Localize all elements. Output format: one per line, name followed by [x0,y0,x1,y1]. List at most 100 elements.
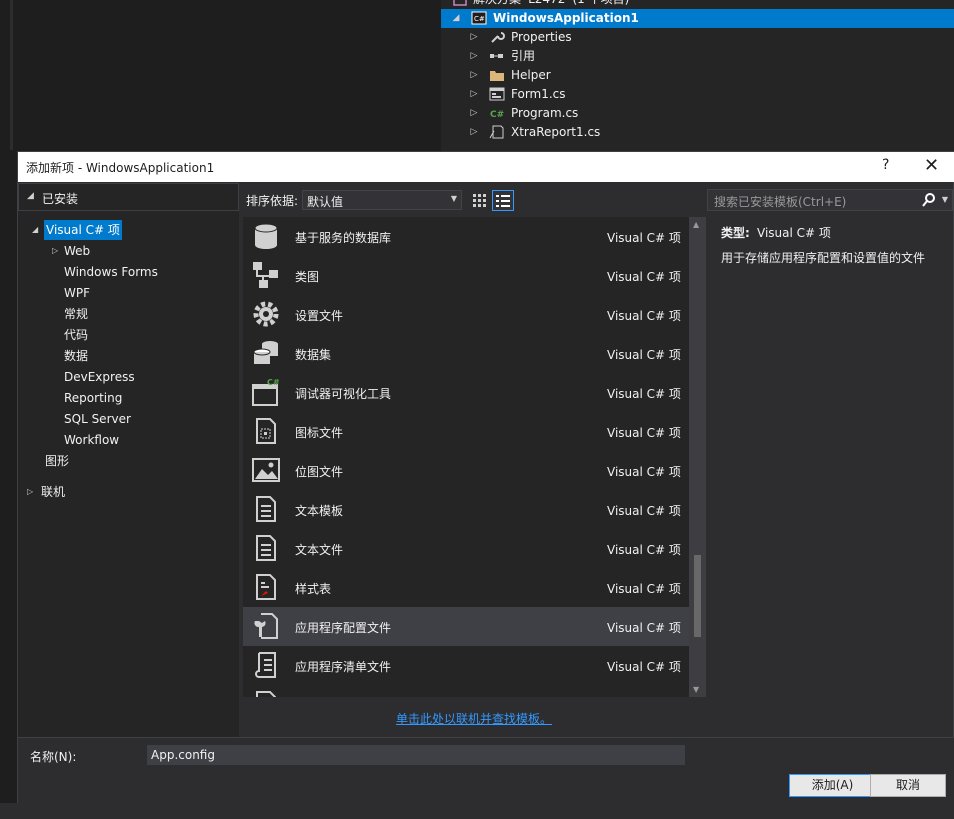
search-icon[interactable] [922,192,936,211]
template-name: 图标文件 [295,426,344,440]
config-file-icon [251,611,281,641]
tree-item-label: Program.cs [511,106,579,120]
status-bar [0,803,954,819]
tree-item-label: Helper [511,68,551,82]
tree-item-xtrareport[interactable]: ▷ XtraReport1.cs [441,123,954,142]
expanded-arrow-icon[interactable]: ◢ [27,191,34,201]
template-row-text-file[interactable]: 文本文件 Visual C# 项 [243,529,689,568]
svg-text:C#: C# [474,15,485,23]
template-row-app-config[interactable]: 应用程序配置文件 Visual C# 项 [243,607,689,646]
collapsed-arrow-icon[interactable]: ▷ [469,66,479,85]
collapsed-arrow-icon[interactable]: ▷ [469,85,479,104]
file-icon [251,689,281,697]
template-row-class-diagram[interactable]: 类图 Visual C# 项 [243,256,689,295]
csharp-project-icon: C# [471,11,487,25]
debugger-visualizer-icon: C# [251,377,281,407]
expanded-arrow-icon[interactable]: ◢ [451,9,461,28]
collapsed-arrow-icon[interactable]: ▷ [469,123,479,142]
tree-item-label: XtraReport1.cs [511,125,601,139]
dataset-icon [251,338,281,368]
template-row-manifest[interactable]: 应用程序清单文件 Visual C# 项 [243,646,689,685]
close-button[interactable]: ✕ [924,155,939,176]
project-row[interactable]: ◢ C# WindowsApplication1 [441,9,954,28]
template-row-icon-file[interactable]: 图标文件 Visual C# 项 [243,412,689,451]
template-row-service-database[interactable]: 基于服务的数据库 Visual C# 项 [243,217,689,256]
collapsed-arrow-icon[interactable]: ▷ [27,482,33,502]
template-row-text-template[interactable]: 文本模板 Visual C# 项 [243,490,689,529]
scroll-up-icon[interactable]: ▲ [693,220,699,229]
template-name: 基于服务的数据库 [295,231,392,245]
solution-explorer: 解决方案 'L2472' (1 个项目) ◢ C# WindowsApplica… [441,0,954,152]
template-list-scrollbar[interactable]: ▲ ▼ [689,217,706,697]
icon-file-icon [251,416,281,446]
editor-margin [10,0,13,150]
grid-view-button[interactable] [469,190,489,210]
tree-item-label: Workflow [64,433,120,447]
tree-item-label: Windows Forms [64,265,158,279]
tree-item-program[interactable]: ▷ C# Program.cs [441,104,954,123]
collapsed-arrow-icon[interactable]: ▷ [469,28,479,47]
dialog-titlebar: 添加新项 - WindowsApplication1 ? ✕ [18,152,954,182]
template-row-stylesheet[interactable]: 样式表 Visual C# 项 [243,568,689,607]
gear-icon [251,299,281,329]
template-type: Visual C# 项 [607,270,681,284]
template-name: 设置文件 [295,309,344,323]
svg-text:C#: C# [490,110,504,120]
template-type: Visual C# 项 [607,426,681,440]
list-view-button[interactable] [492,190,514,211]
template-type: Visual C# 项 [607,621,681,635]
tree-item-label: SQL Server [64,412,131,426]
template-row-partial[interactable] [243,685,689,697]
tree-item-label: WPF [64,286,91,300]
description-text: 用于存储应用程序配置和设置值的文件 [721,251,926,265]
solution-icon [453,0,469,6]
stylesheet-icon [251,572,281,602]
collapsed-arrow-icon[interactable]: ▷ [52,241,58,261]
name-field[interactable] [147,745,685,765]
collapsed-arrow-icon[interactable]: ▷ [469,104,479,123]
tree-item-label: 常规 [64,307,89,321]
chevron-down-icon[interactable]: ▼ [942,195,948,204]
tree-item-form1[interactable]: ▷ Form1.cs [441,85,954,104]
sort-dropdown[interactable]: 默认值 ▼ [302,190,462,210]
installed-header[interactable]: ◢ 已安装 [18,183,239,211]
text-file-icon [251,533,281,563]
svg-text:C#: C# [267,378,280,387]
help-button[interactable]: ? [882,157,889,173]
solution-row[interactable]: 解决方案 'L2472' (1 个项目) [441,0,954,9]
cancel-button[interactable]: 取消 [870,774,946,797]
template-name: 文本模板 [295,504,344,518]
template-row-dataset[interactable]: 数据集 Visual C# 项 [243,334,689,373]
tree-item-references[interactable]: ▷ 引用 [441,47,954,66]
template-type: Visual C# 项 [607,465,681,479]
template-name: 位图文件 [295,465,344,479]
template-name: 应用程序清单文件 [295,660,392,674]
tree-item-label: Form1.cs [511,87,566,101]
collapsed-arrow-icon[interactable]: ▷ [469,47,479,66]
search-placeholder: 搜索已安装模板(Ctrl+E) [714,195,847,209]
sort-label: 排序依据: [246,194,299,208]
list-view-icon [496,195,510,207]
tree-item-properties[interactable]: ▷ Properties [441,28,954,47]
tree-item-label: 代码 [64,328,89,342]
tree-item-label: Visual C# 项 [44,220,122,240]
search-input[interactable]: 搜索已安装模板(Ctrl+E) ▼ [707,189,953,211]
template-name: 数据集 [295,348,332,362]
template-row-debugger-visualizer[interactable]: C# 调试器可视化工具 Visual C# 项 [243,373,689,412]
template-row-bitmap[interactable]: 位图文件 Visual C# 项 [243,451,689,490]
tree-item-helper[interactable]: ▷ Helper [441,66,954,85]
scroll-down-icon[interactable]: ▼ [693,685,699,694]
type-key: 类型: [721,226,750,240]
tree-item-label: 图形 [45,454,70,468]
scrollbar-thumb[interactable] [694,555,701,637]
expanded-arrow-icon[interactable]: ◢ [32,220,38,240]
grid-view-icon [473,194,486,207]
project-label: WindowsApplication1 [493,11,639,25]
add-button[interactable]: 添加(A) [789,774,876,797]
find-online-templates-link[interactable]: 单击此处以联机并查找模板。 [396,710,552,727]
tree-item-label: 联机 [41,485,66,499]
template-row-settings-file[interactable]: 设置文件 Visual C# 项 [243,295,689,334]
wrench-icon [489,30,505,44]
template-type: Visual C# 项 [607,582,681,596]
tree-item-label: DevExpress [64,370,135,384]
